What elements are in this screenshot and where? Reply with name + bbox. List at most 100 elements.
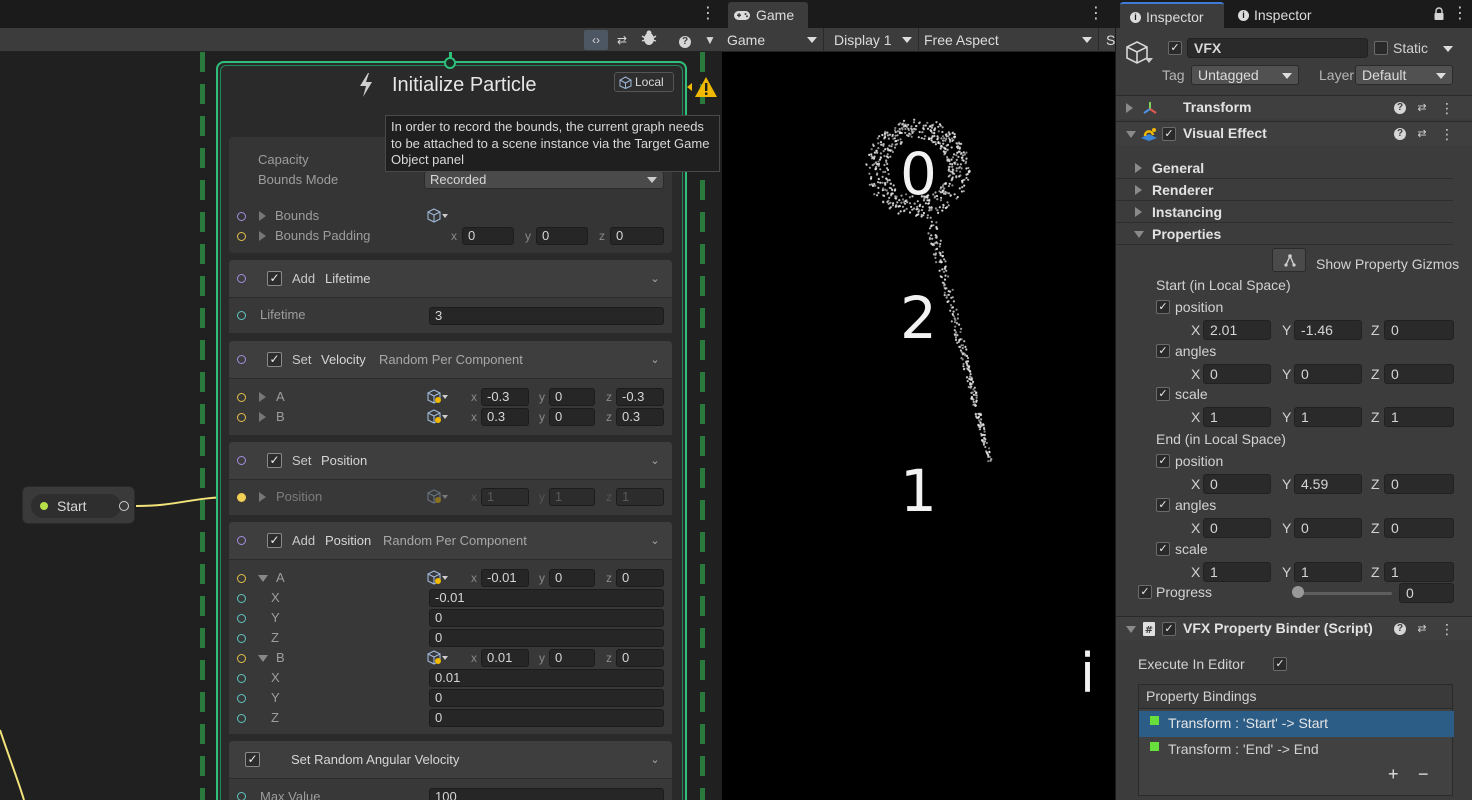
start-angles-x-field[interactable]: 0 bbox=[1203, 364, 1271, 384]
progress-checkbox[interactable]: ✓ bbox=[1138, 585, 1152, 599]
foldout-open-icon[interactable] bbox=[1126, 626, 1136, 633]
start-property-node[interactable]: Start bbox=[22, 486, 135, 524]
start-position-y-field[interactable]: -1.46 bbox=[1294, 320, 1362, 340]
component-menu-icon[interactable]: ⋮ bbox=[1440, 101, 1454, 115]
foldout-open-icon[interactable] bbox=[1126, 131, 1136, 138]
cube-space-icon[interactable] bbox=[427, 650, 449, 666]
show-gizmos-button[interactable] bbox=[1272, 248, 1306, 272]
binder-enabled-checkbox[interactable]: ✓ bbox=[1162, 622, 1176, 636]
inspector-panel[interactable]: i Inspector i Inspector ⋮ ✓ VFX Static T… bbox=[1115, 0, 1472, 800]
lifetime-field[interactable]: 3 bbox=[429, 307, 664, 325]
start-angles-checkbox[interactable]: ✓ bbox=[1156, 344, 1170, 358]
end-position-x-field[interactable]: 0 bbox=[1203, 474, 1271, 494]
block-activation-port[interactable] bbox=[237, 355, 246, 364]
collapse-arrow-icon[interactable] bbox=[258, 655, 268, 662]
add-position-b-y-component[interactable]: 0 bbox=[429, 689, 664, 707]
gameobject-name-field[interactable]: VFX bbox=[1187, 38, 1368, 58]
start-angles-y-field[interactable]: 0 bbox=[1294, 364, 1362, 384]
block-set-position[interactable]: ✓ Set Position ⌄ Position x 1 y 1 z 1 bbox=[229, 442, 672, 515]
presets-icon[interactable]: ⇄ bbox=[1416, 623, 1428, 635]
end-scale-z-field[interactable]: 1 bbox=[1384, 562, 1454, 582]
add-position-b-z-component[interactable]: 0 bbox=[429, 709, 664, 727]
start-angles-z-field[interactable]: 0 bbox=[1384, 364, 1454, 384]
start-position-x-field[interactable]: 2.01 bbox=[1203, 320, 1271, 340]
block-set-random-angular-velocity[interactable]: ✓ Set Random Angular Velocity ⌄ Max Valu… bbox=[229, 741, 672, 800]
block-set-velocity[interactable]: ✓ Set Velocity Random Per Component ⌄ A … bbox=[229, 341, 672, 435]
layer-dropdown[interactable]: Default bbox=[1355, 65, 1453, 85]
visual-effect-component-header[interactable]: ✓ Visual Effect ? ⇄ ⋮ bbox=[1116, 121, 1472, 145]
gameobject-active-checkbox[interactable]: ✓ bbox=[1168, 41, 1182, 55]
component-port[interactable] bbox=[237, 674, 246, 683]
component-port[interactable] bbox=[237, 694, 246, 703]
flow-input-port[interactable] bbox=[444, 57, 456, 69]
section-general[interactable]: General bbox=[1116, 158, 1453, 179]
progress-slider-track[interactable] bbox=[1294, 592, 1392, 595]
component-menu-icon[interactable]: ⋮ bbox=[1440, 622, 1454, 636]
add-position-a-z-component[interactable]: 0 bbox=[429, 629, 664, 647]
display-dropdown[interactable]: Display 1 bbox=[829, 28, 919, 52]
binding-item-end[interactable]: Transform : 'End' -> End bbox=[1139, 737, 1454, 763]
game-render-view[interactable]: 0 2 1 i bbox=[722, 52, 1115, 800]
max-value-port[interactable] bbox=[237, 792, 246, 800]
cube-space-icon[interactable] bbox=[427, 409, 449, 425]
expand-arrow-icon[interactable] bbox=[259, 392, 266, 402]
expand-arrow-icon[interactable] bbox=[259, 211, 266, 221]
presets-icon[interactable]: ⇄ bbox=[1416, 128, 1428, 140]
warning-triangle-icon[interactable] bbox=[686, 76, 718, 98]
start-scale-z-field[interactable]: 1 bbox=[1384, 407, 1454, 427]
start-position-z-field[interactable]: 0 bbox=[1384, 320, 1454, 340]
component-port[interactable] bbox=[237, 614, 246, 623]
block-add-position[interactable]: ✓ Add Position Random Per Component ⌄ A … bbox=[229, 522, 672, 734]
add-position-b-x-component[interactable]: 0.01 bbox=[429, 669, 664, 687]
tag-dropdown[interactable]: Untagged bbox=[1191, 65, 1299, 85]
icon-dropdown-arrow-icon[interactable] bbox=[1145, 58, 1153, 63]
add-position-a-z-field[interactable]: 0 bbox=[616, 569, 664, 587]
start-scale-x-field[interactable]: 1 bbox=[1203, 407, 1271, 427]
velocity-b-port[interactable] bbox=[237, 413, 246, 422]
chevron-down-icon[interactable]: ⌄ bbox=[648, 454, 662, 468]
velocity-a-port[interactable] bbox=[237, 393, 246, 402]
component-port[interactable] bbox=[237, 714, 246, 723]
block-enabled-checkbox[interactable]: ✓ bbox=[267, 533, 282, 548]
start-scale-checkbox[interactable]: ✓ bbox=[1156, 387, 1170, 401]
help-icon[interactable]: ? bbox=[1394, 623, 1406, 635]
end-scale-y-field[interactable]: 1 bbox=[1294, 562, 1362, 582]
static-dropdown-arrow-icon[interactable] bbox=[1443, 46, 1453, 52]
chevron-down-icon[interactable]: ⌄ bbox=[648, 353, 662, 367]
help-icon[interactable]: ? bbox=[1394, 102, 1406, 114]
space-local-button[interactable]: Local bbox=[614, 72, 674, 92]
add-position-a-y-component[interactable]: 0 bbox=[429, 609, 664, 627]
block-activation-port[interactable] bbox=[237, 456, 246, 465]
chevron-down-icon[interactable]: ⌄ bbox=[648, 272, 662, 286]
velocity-b-z-field[interactable]: 0.3 bbox=[616, 408, 664, 426]
end-scale-checkbox[interactable]: ✓ bbox=[1156, 542, 1170, 556]
foldout-open-icon[interactable] bbox=[1134, 231, 1144, 238]
foldout-closed-icon[interactable] bbox=[1135, 163, 1142, 173]
aspect-dropdown[interactable]: Free Aspect bbox=[919, 28, 1099, 52]
cube-space-icon[interactable] bbox=[427, 570, 449, 586]
lifetime-port[interactable] bbox=[237, 311, 246, 320]
bounds-padding-x-field[interactable]: 0 bbox=[462, 227, 514, 245]
expand-arrow-icon[interactable] bbox=[259, 492, 266, 502]
cube-space-icon[interactable] bbox=[427, 208, 449, 224]
position-port-connected[interactable] bbox=[237, 493, 246, 502]
end-position-y-field[interactable]: 4.59 bbox=[1294, 474, 1362, 494]
block-enabled-checkbox[interactable]: ✓ bbox=[267, 271, 282, 286]
transform-component-header[interactable]: Transform ? ⇄ ⋮ bbox=[1116, 95, 1472, 119]
tab-game[interactable]: Game bbox=[728, 2, 808, 28]
add-position-a-y-field[interactable]: 0 bbox=[549, 569, 595, 587]
block-activation-port[interactable] bbox=[237, 274, 246, 283]
graph-panel-menu-icon[interactable]: ⋮ bbox=[700, 4, 716, 24]
end-angles-z-field[interactable]: 0 bbox=[1384, 518, 1454, 538]
velocity-a-x-field[interactable]: -0.3 bbox=[481, 388, 529, 406]
bounds-port[interactable] bbox=[237, 212, 246, 221]
static-checkbox[interactable] bbox=[1374, 41, 1388, 55]
debug-bug-icon[interactable] bbox=[637, 30, 661, 50]
block-activation-port[interactable] bbox=[237, 536, 246, 545]
foldout-closed-icon[interactable] bbox=[1135, 207, 1142, 217]
bounds-padding-port[interactable] bbox=[237, 232, 246, 241]
lock-icon[interactable] bbox=[1433, 7, 1445, 21]
settings-sliders-icon[interactable]: ⇄ bbox=[610, 30, 634, 50]
add-position-a-x-field[interactable]: -0.01 bbox=[481, 569, 529, 587]
expand-arrow-icon[interactable] bbox=[259, 231, 266, 241]
